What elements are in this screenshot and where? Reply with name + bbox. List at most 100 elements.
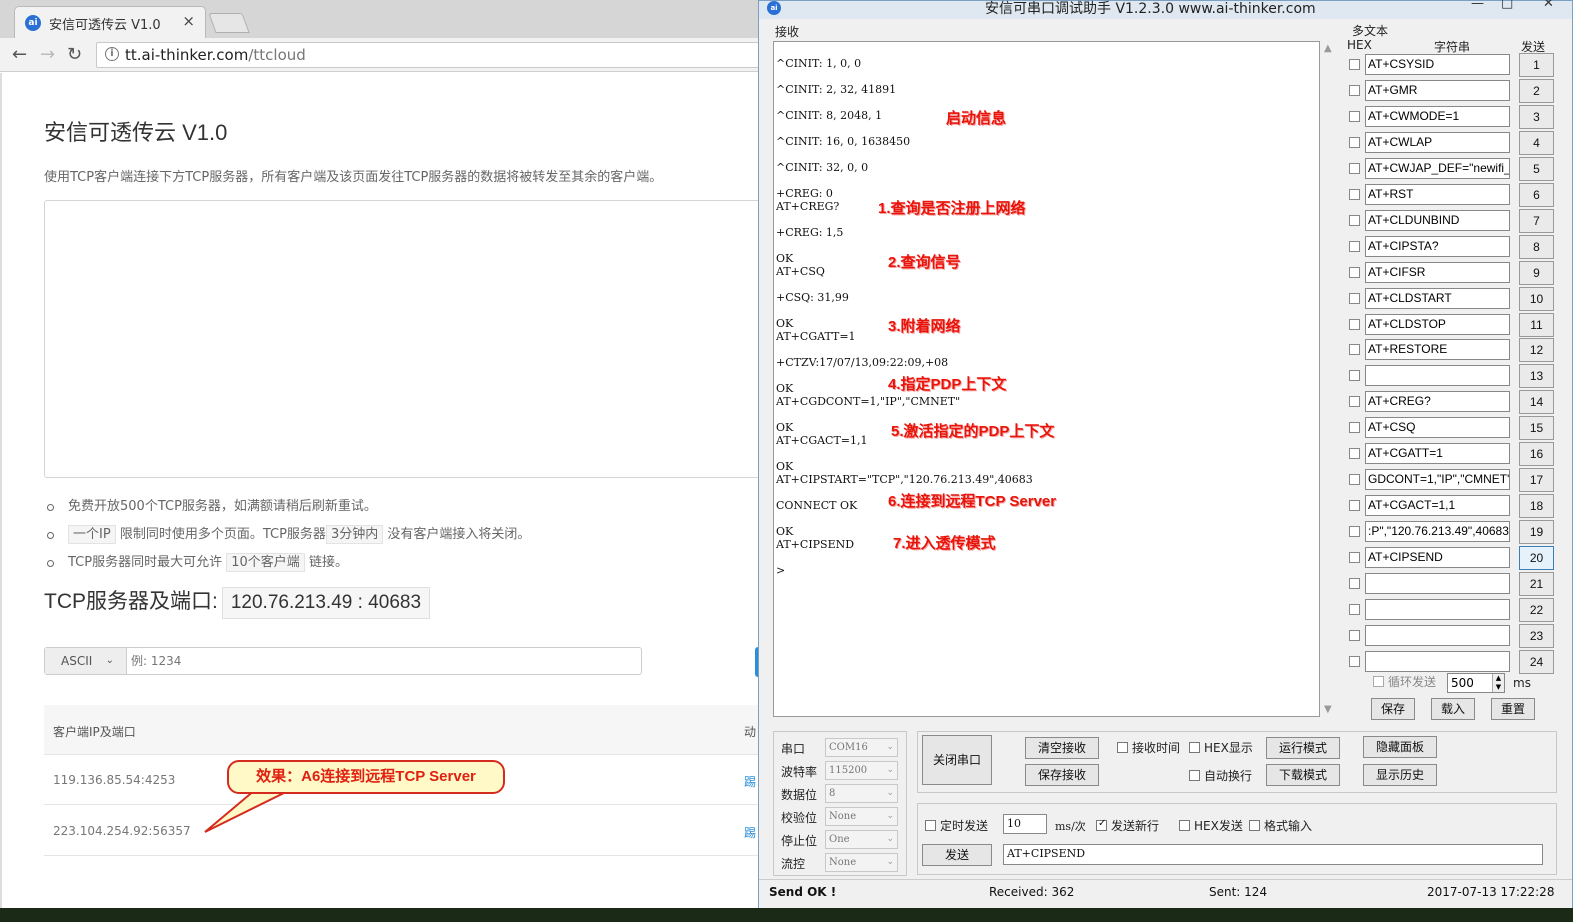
command-input[interactable] bbox=[1365, 573, 1510, 594]
stop-bits-select[interactable]: One ⌄ bbox=[825, 830, 898, 849]
download-mode-button[interactable]: 下载模式 bbox=[1266, 764, 1340, 786]
send-command-button[interactable]: 18 bbox=[1519, 494, 1554, 518]
flow-control-select[interactable]: None ⌄ bbox=[825, 853, 898, 872]
hex-checkbox[interactable] bbox=[1349, 241, 1360, 252]
send-textbox[interactable]: AT+CIPSEND bbox=[1003, 844, 1543, 865]
hex-checkbox[interactable] bbox=[1349, 474, 1360, 485]
info-icon[interactable]: i bbox=[105, 47, 119, 61]
hex-checkbox[interactable] bbox=[1349, 656, 1360, 667]
hex-checkbox[interactable] bbox=[1349, 85, 1360, 96]
send-command-button[interactable]: 4 bbox=[1519, 131, 1554, 155]
hex-checkbox[interactable] bbox=[1349, 630, 1360, 641]
send-command-button[interactable]: 23 bbox=[1519, 624, 1554, 648]
send-command-button[interactable]: 17 bbox=[1519, 468, 1554, 492]
hex-checkbox[interactable] bbox=[1349, 189, 1360, 200]
auto-newline-checkbox[interactable]: 自动换行 bbox=[1189, 767, 1252, 784]
hex-display-checkbox[interactable]: HEX显示 bbox=[1189, 739, 1253, 756]
command-input[interactable]: :P","120.76.213.49",40683 bbox=[1365, 521, 1510, 542]
command-input[interactable]: AT+CIPSEND bbox=[1365, 547, 1510, 568]
maximize-icon[interactable]: □ bbox=[1501, 0, 1513, 11]
command-input[interactable]: AT+CREG? bbox=[1365, 391, 1510, 412]
command-input[interactable]: AT+CIPSTA? bbox=[1365, 236, 1510, 257]
command-input[interactable]: AT+RST bbox=[1365, 184, 1510, 205]
send-command-button[interactable]: 15 bbox=[1519, 416, 1554, 440]
send-command-button[interactable]: 1 bbox=[1519, 53, 1554, 77]
command-input[interactable]: AT+RESTORE bbox=[1365, 339, 1510, 360]
address-bar[interactable]: i tt.ai-thinker.com/ttcloud bbox=[96, 42, 776, 68]
reset-button[interactable]: 重置 bbox=[1491, 698, 1535, 720]
baud-rate-select[interactable]: 115200 ⌄ bbox=[825, 761, 898, 780]
data-bits-select[interactable]: 8 ⌄ bbox=[825, 784, 898, 803]
command-input[interactable]: AT+CWLAP bbox=[1365, 132, 1510, 153]
minimize-icon[interactable]: — bbox=[1471, 0, 1484, 11]
message-input[interactable] bbox=[131, 651, 631, 671]
new-tab-button[interactable] bbox=[208, 13, 250, 33]
save-receive-button[interactable]: 保存接收 bbox=[1025, 764, 1099, 786]
close-icon[interactable]: ✕ bbox=[1543, 0, 1554, 11]
send-command-button[interactable]: 16 bbox=[1519, 442, 1554, 466]
load-button[interactable]: 载入 bbox=[1431, 698, 1475, 720]
send-button[interactable]: 发送 bbox=[922, 844, 992, 866]
hex-send-checkbox[interactable]: HEX发送 bbox=[1179, 817, 1243, 834]
hex-checkbox[interactable] bbox=[1349, 552, 1360, 563]
receive-time-checkbox[interactable]: 接收时间 bbox=[1117, 739, 1180, 756]
send-command-button[interactable]: 10 bbox=[1519, 287, 1554, 311]
hex-checkbox[interactable] bbox=[1349, 370, 1360, 381]
encoding-select[interactable]: ASCII ⌄ bbox=[45, 648, 127, 674]
send-command-button[interactable]: 22 bbox=[1519, 598, 1554, 622]
command-input[interactable]: GDCONT=1,"IP","CMNET" bbox=[1365, 469, 1510, 490]
kick-link[interactable]: 踢 bbox=[744, 824, 756, 841]
send-command-button[interactable]: 7 bbox=[1519, 209, 1554, 233]
hex-checkbox[interactable] bbox=[1349, 111, 1360, 122]
receive-scrollbar[interactable]: ▲ ▼ bbox=[1321, 41, 1337, 717]
hex-checkbox[interactable] bbox=[1349, 163, 1360, 174]
back-arrow-icon[interactable]: ← bbox=[12, 44, 27, 65]
hide-panel-button[interactable]: 隐藏面板 bbox=[1363, 736, 1437, 758]
parity-select[interactable]: None ⌄ bbox=[825, 807, 898, 826]
send-command-button[interactable]: 9 bbox=[1519, 261, 1554, 285]
send-command-button[interactable]: 12 bbox=[1519, 338, 1554, 362]
kick-link[interactable]: 踢 bbox=[744, 773, 756, 790]
command-input[interactable]: AT+CWJAP_DEF="newifi_ bbox=[1365, 158, 1510, 179]
show-history-button[interactable]: 显示历史 bbox=[1363, 764, 1437, 786]
send-command-button[interactable]: 21 bbox=[1519, 572, 1554, 596]
run-mode-button[interactable]: 运行模式 bbox=[1266, 737, 1340, 759]
send-newline-checkbox[interactable]: 发送新行 bbox=[1096, 817, 1159, 834]
message-log-area[interactable] bbox=[44, 200, 784, 478]
hex-checkbox[interactable] bbox=[1349, 500, 1360, 511]
timed-send-checkbox[interactable]: 定时发送 bbox=[925, 817, 988, 834]
loop-send-checkbox[interactable]: 循环发送 bbox=[1373, 673, 1436, 690]
command-input[interactable]: AT+CLDSTART bbox=[1365, 288, 1510, 309]
command-input[interactable]: AT+GMR bbox=[1365, 80, 1510, 101]
close-port-button[interactable]: 关闭串口 bbox=[922, 735, 992, 785]
save-button[interactable]: 保存 bbox=[1371, 698, 1415, 720]
hex-checkbox[interactable] bbox=[1349, 137, 1360, 148]
command-input[interactable]: AT+CLDUNBIND bbox=[1365, 210, 1510, 231]
command-input[interactable]: AT+CIFSR bbox=[1365, 262, 1510, 283]
format-input-checkbox[interactable]: 格式输入 bbox=[1249, 817, 1312, 834]
interval-input[interactable]: 10 bbox=[1003, 814, 1047, 834]
hex-checkbox[interactable] bbox=[1349, 578, 1360, 589]
spinner-icon[interactable]: ▲ ▼ bbox=[1492, 674, 1504, 692]
send-command-button[interactable]: 11 bbox=[1519, 313, 1554, 337]
command-input[interactable]: AT+CGATT=1 bbox=[1365, 443, 1510, 464]
hex-checkbox[interactable] bbox=[1349, 319, 1360, 330]
port-select[interactable]: COM16 ⌄ bbox=[825, 738, 898, 757]
hex-checkbox[interactable] bbox=[1349, 293, 1360, 304]
receive-textbox[interactable]: ^CINIT: 1, 0, 0 ^CINIT: 2, 32, 41891 ^CI… bbox=[773, 41, 1320, 717]
hex-checkbox[interactable] bbox=[1349, 267, 1360, 278]
loop-interval-input[interactable]: 500 ▲ ▼ bbox=[1447, 673, 1505, 693]
send-command-button[interactable]: 2 bbox=[1519, 79, 1554, 103]
hex-checkbox[interactable] bbox=[1349, 59, 1360, 70]
send-command-button[interactable]: 19 bbox=[1519, 520, 1554, 544]
send-command-button[interactable]: 14 bbox=[1519, 390, 1554, 414]
send-command-button[interactable]: 3 bbox=[1519, 105, 1554, 129]
send-command-button[interactable]: 6 bbox=[1519, 183, 1554, 207]
command-input[interactable] bbox=[1365, 599, 1510, 620]
command-input[interactable]: AT+CSYSID bbox=[1365, 54, 1510, 75]
command-input[interactable]: AT+CLDSTOP bbox=[1365, 314, 1510, 335]
command-input[interactable]: AT+CWMODE=1 bbox=[1365, 106, 1510, 127]
close-icon[interactable]: × bbox=[182, 12, 195, 30]
browser-tab[interactable]: ai 安信可透传云 V1.0 × bbox=[14, 6, 206, 38]
reload-icon[interactable]: ↻ bbox=[67, 44, 82, 65]
